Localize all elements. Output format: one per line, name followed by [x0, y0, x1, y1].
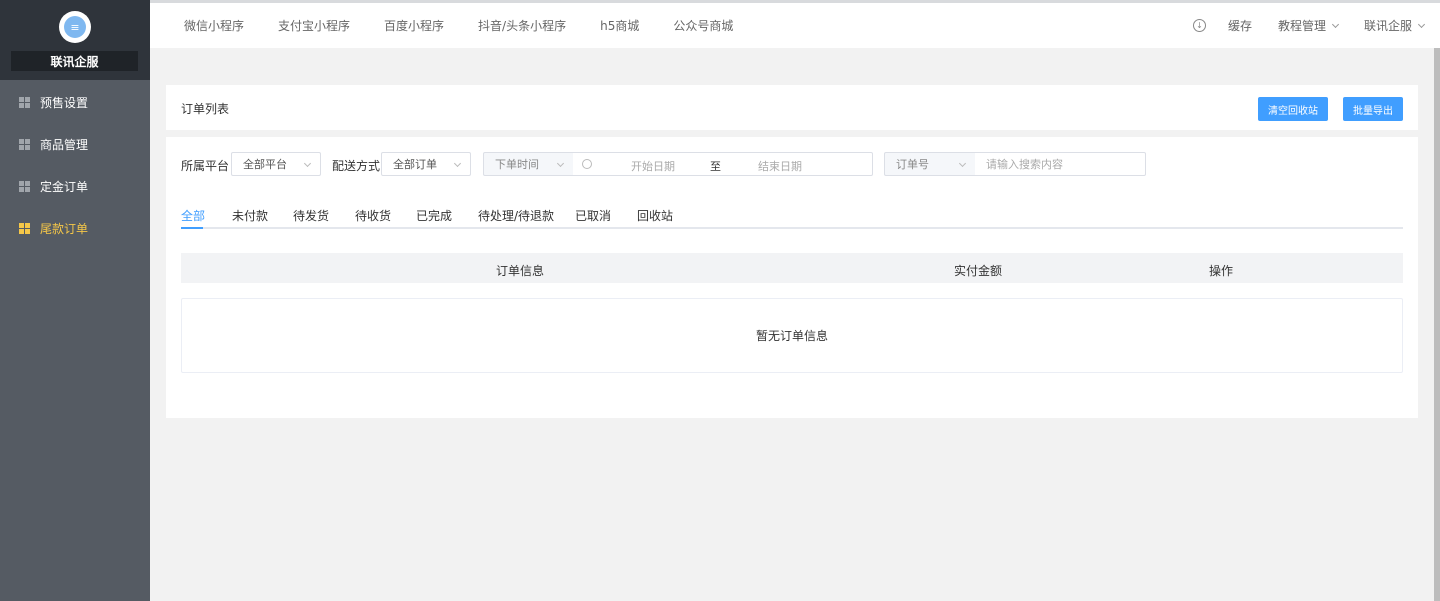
top-nav: 微信小程序 支付宝小程序 百度小程序 抖音/头条小程序 h5商城 公众号商城	[150, 3, 733, 48]
download-icon[interactable]: ↓	[1192, 19, 1206, 32]
chevron-down-icon	[1417, 20, 1426, 28]
logo: ≡	[59, 11, 91, 43]
tab-to-receive[interactable]: 待收货	[355, 207, 391, 229]
tab-unpaid[interactable]: 未付款	[232, 207, 268, 229]
grid-icon	[19, 180, 30, 192]
time-type-value: 下单时间	[495, 158, 539, 171]
end-date-input[interactable]: 结束日期	[758, 158, 802, 174]
topnav-official-account-mall[interactable]: 公众号商城	[673, 17, 733, 34]
tutorial-label: 教程管理	[1277, 19, 1326, 33]
tab-to-ship[interactable]: 待发货	[293, 207, 329, 229]
clock-icon	[582, 159, 592, 169]
account-dropdown[interactable]: 联讯企服	[1363, 17, 1426, 34]
platform-select-value: 全部平台	[243, 158, 287, 171]
empty-state-text: 暂无订单信息	[755, 329, 828, 343]
range-separator: 至	[710, 160, 721, 173]
tab-cancelled[interactable]: 已取消	[575, 207, 611, 229]
account-label: 联讯企服	[1363, 19, 1412, 33]
brand-name: 联讯企服	[11, 51, 138, 71]
grid-icon	[19, 96, 30, 108]
platform-filter-label: 所属平台	[181, 159, 230, 173]
order-status-tabs: 全部 未付款 待发货 待收货 已完成 待处理/待退款 已取消 回收站	[181, 207, 1403, 229]
sidebar-item-balance-orders[interactable]: 尾款订单	[0, 207, 150, 249]
sidebar-item-label: 商品管理	[40, 137, 89, 152]
search-type-value: 订单号	[896, 158, 929, 171]
sidebar-item-label: 预售设置	[40, 95, 89, 110]
column-order-info: 订单信息	[496, 264, 545, 278]
chevron-down-icon	[303, 159, 312, 168]
search-input[interactable]: 请输入搜索内容	[975, 152, 1146, 176]
empty-state: 暂无订单信息	[181, 298, 1403, 373]
cache-link[interactable]: 缓存	[1228, 17, 1252, 34]
top-bar: 微信小程序 支付宝小程序 百度小程序 抖音/头条小程序 h5商城 公众号商城 ↓…	[150, 0, 1440, 48]
sidebar: ≡ 联讯企服 预售设置 商品管理 定金订单 尾款订单	[0, 0, 150, 601]
topnav-baidu-miniprogram[interactable]: 百度小程序	[384, 17, 444, 34]
logo-icon: ≡	[64, 16, 86, 38]
tab-completed[interactable]: 已完成	[416, 207, 452, 229]
topnav-wechat-miniprogram[interactable]: 微信小程序	[184, 17, 244, 34]
topnav-alipay-miniprogram[interactable]: 支付宝小程序	[278, 17, 350, 34]
page-scrollbar-thumb[interactable]	[1434, 48, 1440, 601]
sidebar-header: ≡ 联讯企服	[0, 0, 150, 80]
chevron-down-icon	[1331, 20, 1340, 28]
batch-export-button[interactable]: 批量导出	[1343, 97, 1403, 121]
date-range-picker[interactable]: 开始日期 至 结束日期	[573, 152, 873, 176]
topnav-h5-mall[interactable]: h5商城	[600, 17, 639, 34]
grid-icon	[19, 222, 30, 234]
tutorial-dropdown[interactable]: 教程管理	[1277, 17, 1340, 34]
chevron-down-icon	[556, 159, 565, 168]
sidebar-item-deposit-orders[interactable]: 定金订单	[0, 165, 150, 207]
sidebar-item-label: 尾款订单	[40, 221, 89, 236]
tab-all[interactable]: 全部	[181, 207, 205, 229]
delivery-filter-label: 配送方式	[332, 159, 381, 173]
sidebar-item-presale-settings[interactable]: 预售设置	[0, 81, 150, 123]
column-actions: 操作	[1209, 264, 1234, 278]
table-header: 订单信息 实付金额 操作	[181, 253, 1403, 283]
search-placeholder: 请输入搜索内容	[986, 158, 1063, 171]
sidebar-item-label: 定金订单	[40, 179, 89, 194]
search-type-select[interactable]: 订单号	[884, 152, 976, 176]
tab-recycle-bin[interactable]: 回收站	[637, 207, 673, 229]
page-title: 订单列表	[181, 102, 230, 116]
topnav-douyin-miniprogram[interactable]: 抖音/头条小程序	[478, 17, 566, 34]
tab-pending-refund[interactable]: 待处理/待退款	[478, 207, 554, 229]
active-tab-indicator	[181, 227, 203, 229]
chevron-down-icon	[453, 159, 462, 168]
top-right-menu: ↓ 缓存 教程管理 联讯企服	[1192, 3, 1426, 48]
grid-icon	[19, 138, 30, 150]
order-list-panel: 所属平台 全部平台 配送方式 全部订单 下单时间 开始日期 至 结束日期 订单号…	[166, 137, 1418, 418]
order-list-header: 订单列表 清空回收站 批量导出	[166, 85, 1418, 130]
column-paid-amount: 实付金额	[954, 264, 1003, 278]
chevron-down-icon	[958, 159, 967, 168]
sidebar-item-product-management[interactable]: 商品管理	[0, 123, 150, 165]
delivery-select-value: 全部订单	[393, 158, 437, 171]
clear-recycle-bin-button[interactable]: 清空回收站	[1258, 97, 1328, 121]
platform-select[interactable]: 全部平台	[231, 152, 321, 176]
start-date-input[interactable]: 开始日期	[631, 158, 675, 174]
time-type-select[interactable]: 下单时间	[483, 152, 574, 176]
delivery-select[interactable]: 全部订单	[381, 152, 471, 176]
